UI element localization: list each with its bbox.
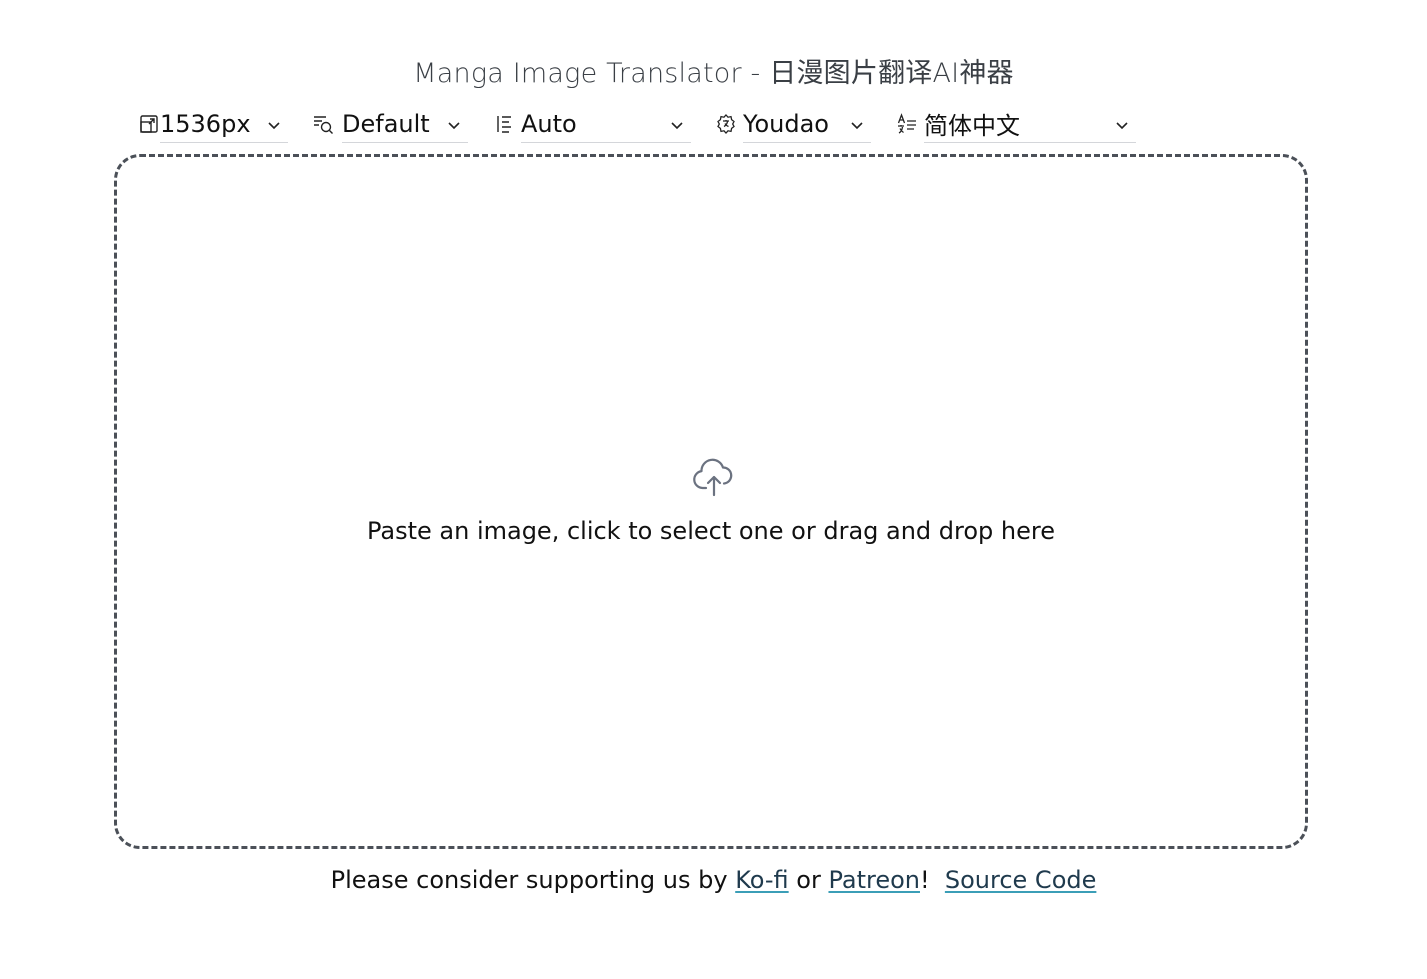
page-title: Manga Image Translator - 日漫图片翻译AI神器 [413,58,1014,89]
chevron-down-icon [448,122,460,130]
translator-select[interactable]: Youdao [743,105,871,143]
detector-select[interactable]: Default [342,105,468,143]
detector-control: Default [312,104,468,144]
size-control: 1536px [138,104,288,144]
chevron-down-icon [851,122,863,130]
page: Manga Image Translator - 日漫图片翻译AI神器 1536… [0,0,1427,979]
language-value: 简体中文 [924,112,1020,140]
toolbar: 1536px Default Auto Youdao 简体中文 [0,104,1427,144]
direction-control: Auto [493,104,691,144]
footer-prefix: Please consider supporting us by [330,866,736,894]
language-control: 简体中文 [896,104,1136,144]
footer-bang: ! [919,866,930,894]
language-icon [896,113,918,135]
image-dropzone[interactable]: Paste an image, click to select one or d… [114,154,1308,849]
footer: Please consider supporting us by Ko-fi o… [0,862,1427,898]
direction-value: Auto [521,109,577,138]
language-select[interactable]: 简体中文 [924,105,1136,143]
footer-or: or [788,866,829,894]
patreon-link[interactable]: Patreon [828,866,920,894]
direction-select[interactable]: Auto [521,105,691,143]
kofi-link[interactable]: Ko-fi [735,866,788,894]
source-code-link[interactable]: Source Code [945,866,1097,894]
size-value: 1536px [160,109,251,138]
translator-value: Youdao [743,109,829,138]
chevron-down-icon [671,122,683,130]
translator-control: Youdao [715,104,871,144]
translator-cog-icon [715,113,737,135]
cloud-upload-icon [693,458,733,497]
detection-icon [312,113,334,135]
dropzone-instructions: Paste an image, click to select one or d… [366,517,1055,545]
resize-icon [138,113,160,135]
chevron-down-icon [1116,122,1128,130]
text-direction-icon [493,113,515,135]
chevron-down-icon [268,122,280,130]
detector-value: Default [342,109,430,138]
size-select[interactable]: 1536px [160,105,288,143]
